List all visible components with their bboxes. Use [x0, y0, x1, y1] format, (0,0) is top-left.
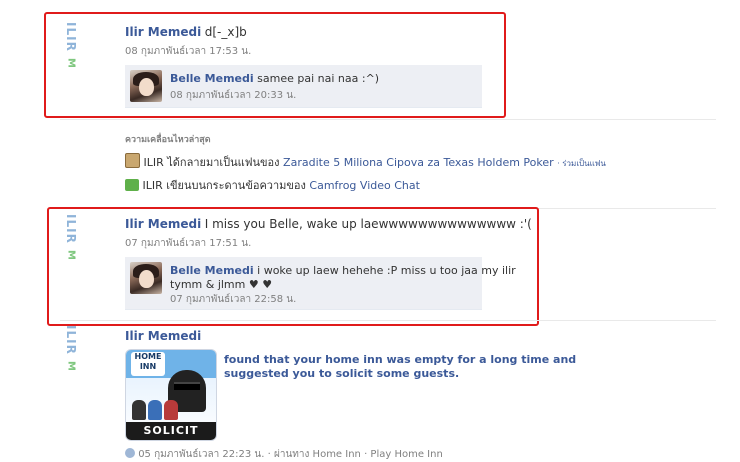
recent-activity-title: ความเคลื่อนไหวล่าสุด — [125, 135, 211, 145]
home-inn-logo: HOME INN — [131, 352, 165, 376]
activity-link[interactable]: Zaradite 5 Miliona Cipova za Texas Holde… — [283, 156, 554, 169]
story-line: found that your home inn was empty for a… — [224, 353, 577, 366]
annotation-box — [47, 207, 539, 326]
story-text[interactable]: found that your home inn was empty for a… — [224, 353, 576, 381]
activity-text: ILIR เขียนบนกระดานข้อความของ — [142, 179, 306, 192]
globe-icon — [125, 448, 135, 458]
annotation-box — [44, 12, 506, 118]
activity-text: ILIR ได้กลายมาเป็นแฟนของ — [143, 156, 280, 169]
post-footer-text[interactable]: 05 กุมภาพันธ์เวลา 22:23 น. · ผ่านทาง Hom… — [138, 449, 443, 460]
become-fan-link[interactable]: · ร่วมเป็นแฟน — [557, 159, 606, 168]
activity-link[interactable]: Camfrog Video Chat — [309, 179, 420, 192]
activity-item: ILIR เขียนบนกระดานข้อความของ Camfrog Vid… — [125, 176, 420, 194]
wall-post-icon — [125, 179, 139, 191]
fan-page-icon — [125, 153, 140, 168]
page-logo-mark: M — [65, 360, 77, 372]
page-logo[interactable]: ILIR M — [60, 325, 82, 372]
solicit-banner: SOLICIT — [126, 422, 216, 440]
page-logo-text: ILIR — [64, 325, 78, 355]
post-author-link[interactable]: Ilir Memedi — [125, 329, 201, 343]
story-line: suggested you to solicit some guests. — [224, 367, 460, 380]
post-footer: 05 กุมภาพันธ์เวลา 22:23 น. · ผ่านทาง Hom… — [125, 447, 443, 462]
activity-item: ILIR ได้กลายมาเป็นแฟนของ Zaradite 5 Mili… — [125, 153, 606, 171]
home-inn-app-image[interactable]: HOME INN SOLICIT — [125, 349, 217, 441]
